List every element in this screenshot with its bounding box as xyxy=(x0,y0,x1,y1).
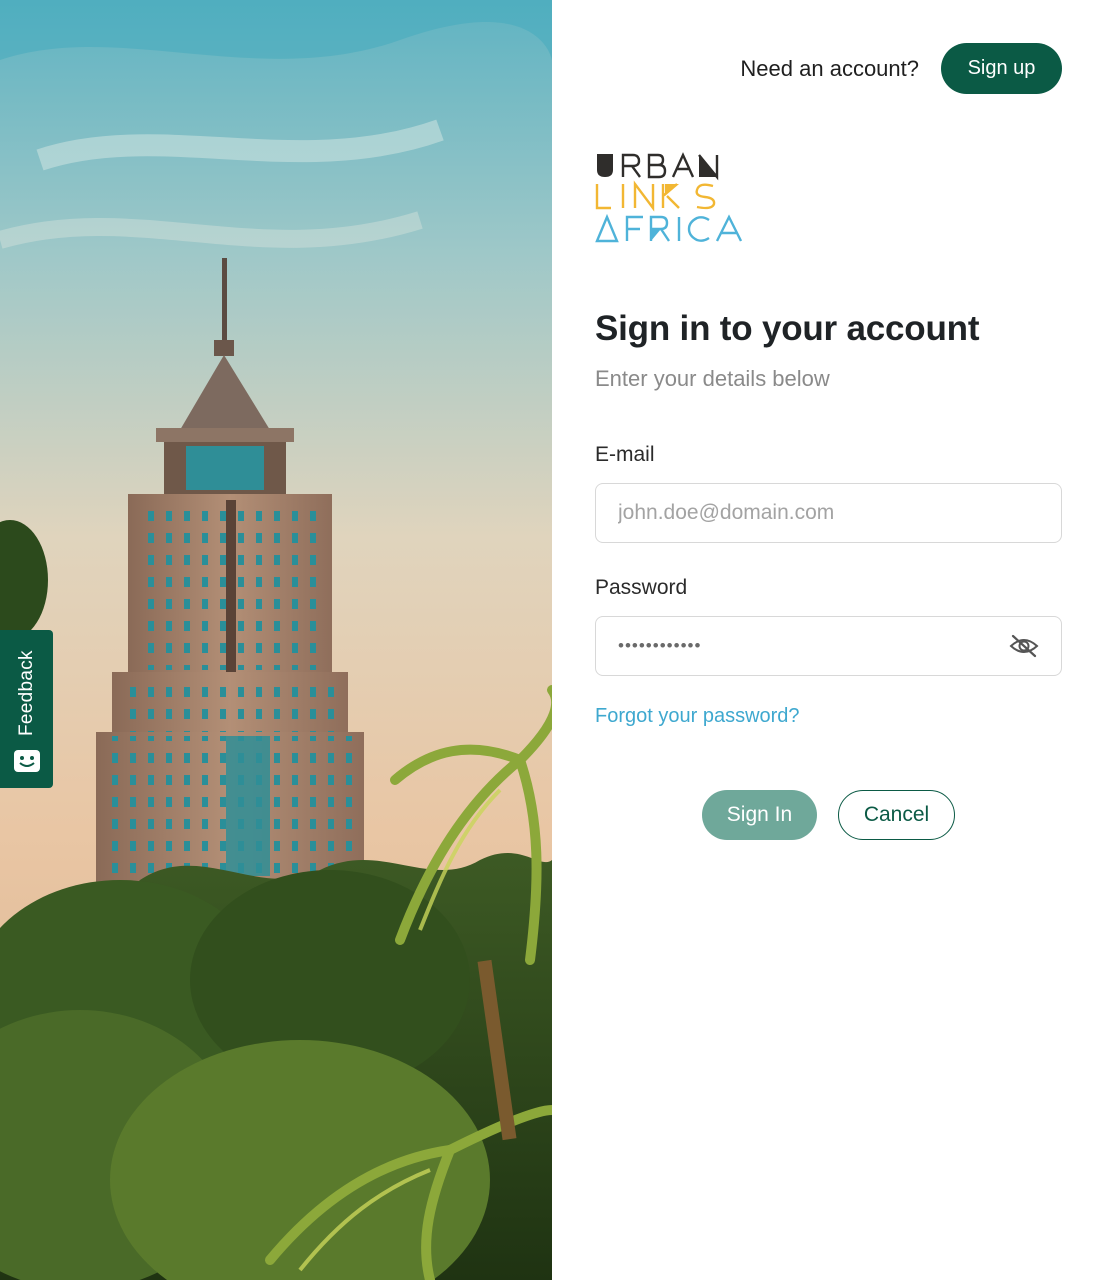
feedback-tab[interactable]: Feedback xyxy=(0,630,53,788)
hero-photo xyxy=(0,0,552,1280)
eye-off-icon[interactable] xyxy=(1009,633,1039,659)
page-title: Sign in to your account xyxy=(595,309,980,348)
hero-image: Feedback xyxy=(0,0,552,1280)
email-field[interactable] xyxy=(618,501,1039,525)
logo-line-africa xyxy=(595,213,743,243)
need-account-text: Need an account? xyxy=(740,55,919,81)
signin-button[interactable]: Sign In xyxy=(702,790,817,840)
forgot-password-link[interactable]: Forgot your password? xyxy=(595,705,800,728)
email-label: E-mail xyxy=(595,443,655,466)
feedback-label: Feedback xyxy=(15,650,37,736)
logo-line-links xyxy=(595,180,716,212)
signin-panel: Need an account? Sign up Sign in to your… xyxy=(552,0,1104,1280)
password-field[interactable]: •••••••••••• xyxy=(595,616,1062,676)
smiley-chat-icon xyxy=(13,750,40,772)
signup-button[interactable]: Sign up xyxy=(941,43,1062,94)
email-field-wrapper xyxy=(595,483,1062,543)
cancel-button[interactable]: Cancel xyxy=(838,790,955,840)
page-subtitle: Enter your details below xyxy=(595,366,830,391)
password-value: •••••••••••• xyxy=(618,636,702,655)
urban-links-africa-logo xyxy=(595,152,743,243)
topbar: Need an account? Sign up xyxy=(740,43,1062,94)
logo-line-urban xyxy=(597,152,719,181)
password-label: Password xyxy=(595,576,688,599)
